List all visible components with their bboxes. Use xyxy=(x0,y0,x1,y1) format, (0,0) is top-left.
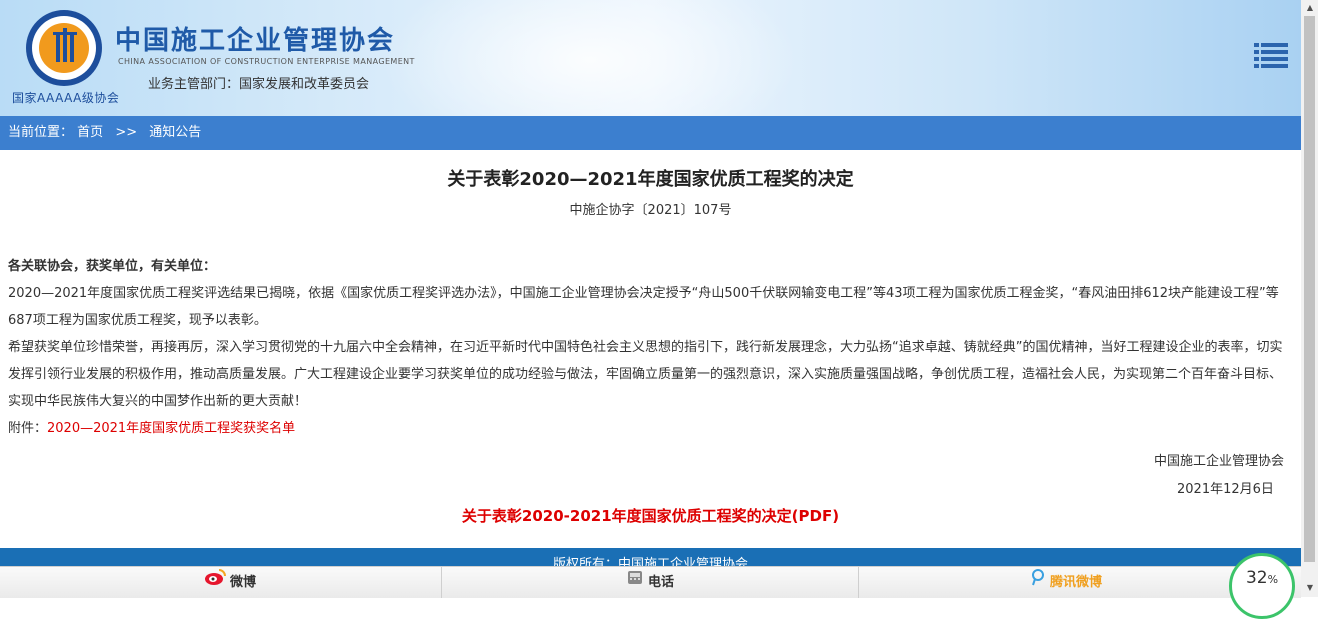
footer-copyright: 版权所有：中国施工企业管理协会 xyxy=(0,548,1301,568)
breadcrumb-home-link[interactable]: 首页 xyxy=(77,125,103,140)
weibo-icon xyxy=(204,567,226,598)
scroll-down-arrow-icon[interactable]: ▼ xyxy=(1305,583,1315,592)
weibo-button[interactable]: 微博 xyxy=(204,567,256,598)
paragraph-encouragement: 希望获奖单位珍惜荣誉，再接再厉，深入学习贯彻党的十九届六中全会精神，在习近平新时… xyxy=(8,340,1283,409)
tencent-weibo-button[interactable]: 腾讯微博 xyxy=(1030,567,1102,598)
association-grade: 国家AAAAA级协会 xyxy=(12,91,120,105)
bottom-share-bar: 微博 电话 腾讯微博 xyxy=(0,566,1301,598)
phone-label: 电话 xyxy=(648,575,675,590)
pdf-download-link[interactable]: 关于表彰2020-2021年度国家优质工程奖的决定(PDF) xyxy=(0,505,1301,526)
article-title: 关于表彰2020—2021年度国家优质工程奖的决定 xyxy=(447,169,854,190)
article-body: 各关联协会，获奖单位，有关单位： 2020—2021年度国家优质工程奖评选结果已… xyxy=(8,253,1293,442)
scroll-up-arrow-icon[interactable]: ▲ xyxy=(1305,3,1315,12)
association-logo-icon xyxy=(26,10,102,86)
paragraph-award: 2020—2021年度国家优质工程奖评选结果已揭晓，依据《国家优质工程奖评选办法… xyxy=(8,286,1279,328)
progress-value: 32 xyxy=(1245,568,1268,588)
phone-button[interactable]: 电话 xyxy=(626,567,674,598)
attachment-label: 附件： xyxy=(8,421,48,436)
weibo-label: 微博 xyxy=(230,575,257,590)
progress-unit: % xyxy=(1267,573,1279,586)
breadcrumb: 当前位置： 首页 >> 通知公告 xyxy=(0,116,1301,150)
signature-org: 中国施工企业管理协会 xyxy=(1154,454,1285,469)
breadcrumb-label: 当前位置： xyxy=(8,125,74,140)
org-name-cn: 中国施工企业管理协会 xyxy=(115,26,396,56)
hamburger-menu-icon[interactable] xyxy=(1254,43,1288,69)
supervisor-text: 业务主管部门：国家发展和改革委员会 xyxy=(148,77,370,92)
attachment-line: 附件：2020—2021年度国家优质工程奖获奖名单 xyxy=(8,415,1293,442)
scrollbar-thumb[interactable] xyxy=(1304,16,1315,562)
document-number: 中施企协字〔2021〕107号 xyxy=(569,203,732,218)
signature-date: 2021年12月6日 xyxy=(1177,482,1274,497)
tencent-weibo-icon xyxy=(1030,567,1046,598)
salutation: 各关联协会，获奖单位，有关单位： xyxy=(8,259,217,274)
phone-icon xyxy=(626,567,644,598)
tencent-weibo-label: 腾讯微博 xyxy=(1050,575,1103,590)
site-header: 国家AAAAA级协会 中国施工企业管理协会 CHINA ASSOCIATION … xyxy=(0,0,1301,116)
attachment-link[interactable]: 2020—2021年度国家优质工程奖获奖名单 xyxy=(47,421,295,436)
breadcrumb-notices-link[interactable]: 通知公告 xyxy=(149,125,201,140)
org-name-en: CHINA ASSOCIATION OF CONSTRUCTION ENTERP… xyxy=(118,57,415,66)
breadcrumb-separator: >> xyxy=(115,125,138,140)
progress-indicator[interactable]: 32% xyxy=(1229,553,1295,619)
